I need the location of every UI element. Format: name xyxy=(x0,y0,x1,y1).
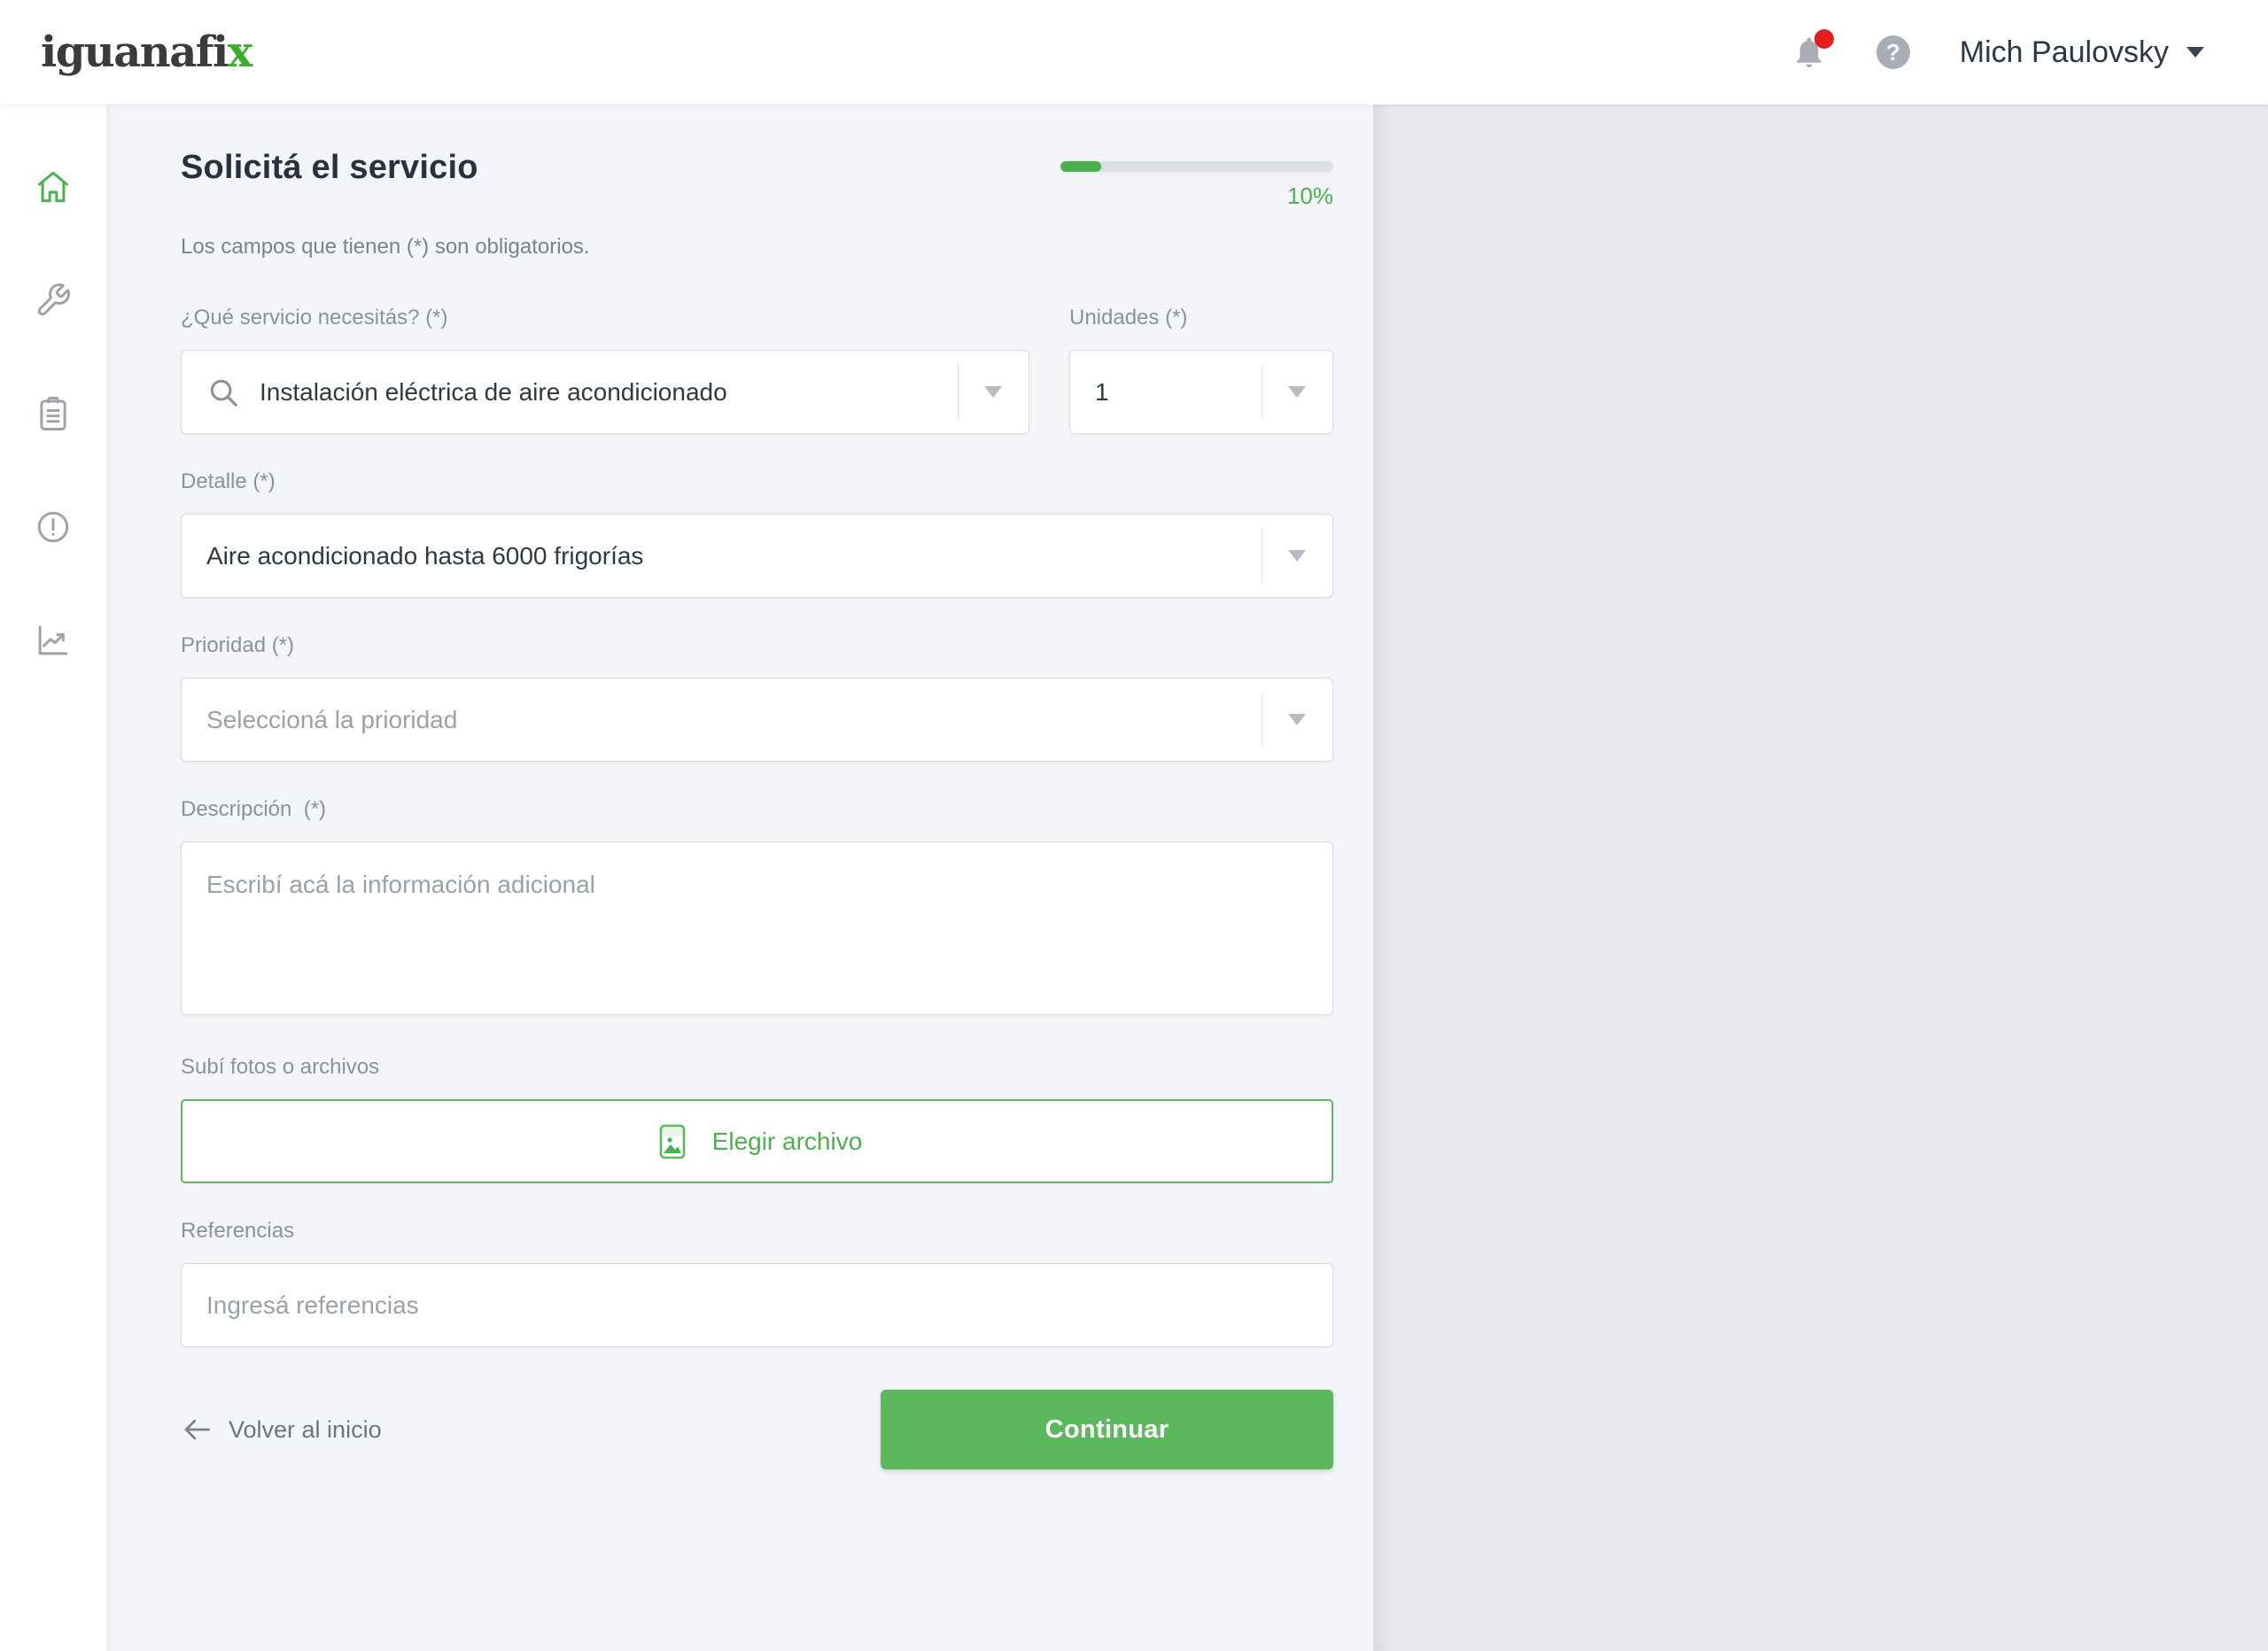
progress-indicator: 10% xyxy=(1060,149,1333,210)
service-request-form: Solicitá el servicio 10% Los campos que … xyxy=(106,105,1373,1651)
priority-select-arrow[interactable] xyxy=(1262,678,1332,761)
service-select[interactable]: Instalación eléctrica de aire acondicion… xyxy=(181,350,1029,434)
alert-circle-icon xyxy=(35,534,72,549)
right-background-panel xyxy=(1373,105,2268,1651)
notifications-button[interactable] xyxy=(1791,35,1827,70)
detail-label: Detalle (*) xyxy=(181,469,1333,494)
user-menu[interactable]: Mich Paulovsky xyxy=(1960,35,2204,70)
choose-file-label: Elegir archivo xyxy=(712,1128,863,1156)
description-textarea[interactable] xyxy=(181,841,1333,1015)
progress-percent-label: 10% xyxy=(1060,182,1333,210)
logo-text-accent: x xyxy=(228,27,252,77)
choose-file-button[interactable]: Elegir archivo xyxy=(181,1099,1333,1183)
arrow-left-icon xyxy=(181,1414,213,1446)
question-mark-icon: ? xyxy=(1886,39,1900,66)
image-icon xyxy=(652,1121,693,1162)
required-fields-note: Los campos que tienen (*) son obligatori… xyxy=(181,235,1333,260)
chevron-down-icon xyxy=(1288,714,1306,725)
service-select-arrow[interactable] xyxy=(958,351,1029,433)
search-icon xyxy=(206,376,240,409)
units-label: Unidades (*) xyxy=(1069,306,1333,330)
units-select-arrow[interactable] xyxy=(1262,351,1332,433)
progress-fill xyxy=(1060,161,1101,172)
logo-text-dark: iguanafi xyxy=(41,27,228,77)
detail-value: Aire acondicionado hasta 6000 frigorías xyxy=(206,542,643,570)
priority-label: Prioridad (*) xyxy=(181,633,1333,658)
sidebar-item-orders[interactable] xyxy=(35,395,72,432)
iguanafix-logo[interactable]: iguanafix xyxy=(41,27,252,77)
progress-track xyxy=(1060,161,1333,172)
service-label: ¿Qué servicio necesitás? (*) xyxy=(181,306,1029,330)
sidebar-item-stats[interactable] xyxy=(35,622,72,659)
chart-icon xyxy=(35,647,72,663)
continue-button[interactable]: Continuar xyxy=(881,1390,1333,1469)
service-value: Instalación eléctrica de aire acondicion… xyxy=(260,378,727,407)
back-to-home-link[interactable]: Volver al inicio xyxy=(181,1414,382,1446)
notification-dot xyxy=(1814,29,1834,49)
user-name: Mich Paulovsky xyxy=(1960,35,2169,70)
home-icon xyxy=(35,194,72,209)
units-select[interactable]: 1 xyxy=(1069,350,1333,434)
help-button[interactable]: ? xyxy=(1876,35,1910,69)
page-title: Solicitá el servicio xyxy=(181,149,478,187)
sidebar-item-home[interactable] xyxy=(35,168,72,205)
clipboard-icon xyxy=(35,421,72,436)
priority-placeholder: Seleccioná la prioridad xyxy=(206,706,457,734)
sidebar-item-services[interactable] xyxy=(35,282,72,319)
wrench-icon xyxy=(35,307,72,322)
top-header: iguanafix ? Mich Paulovsky xyxy=(0,0,2268,105)
sidebar-nav xyxy=(0,105,106,1651)
chevron-down-icon xyxy=(1288,386,1306,398)
chevron-down-icon xyxy=(1288,550,1306,562)
detail-select[interactable]: Aire acondicionado hasta 6000 frigorías xyxy=(181,514,1333,598)
chevron-down-icon xyxy=(984,386,1002,398)
units-value: 1 xyxy=(1095,378,1109,407)
upload-label: Subí fotos o archivos xyxy=(181,1055,1333,1080)
caret-down-icon xyxy=(2186,47,2204,58)
references-input[interactable] xyxy=(181,1263,1333,1347)
detail-select-arrow[interactable] xyxy=(1262,515,1332,597)
sidebar-item-alerts[interactable] xyxy=(35,508,72,546)
references-label: Referencias xyxy=(181,1219,1333,1244)
content-area: Solicitá el servicio 10% Los campos que … xyxy=(106,105,2268,1651)
priority-select[interactable]: Seleccioná la prioridad xyxy=(181,678,1333,762)
description-label: Descripción (*) xyxy=(181,797,1333,822)
back-link-label: Volver al inicio xyxy=(229,1416,382,1444)
